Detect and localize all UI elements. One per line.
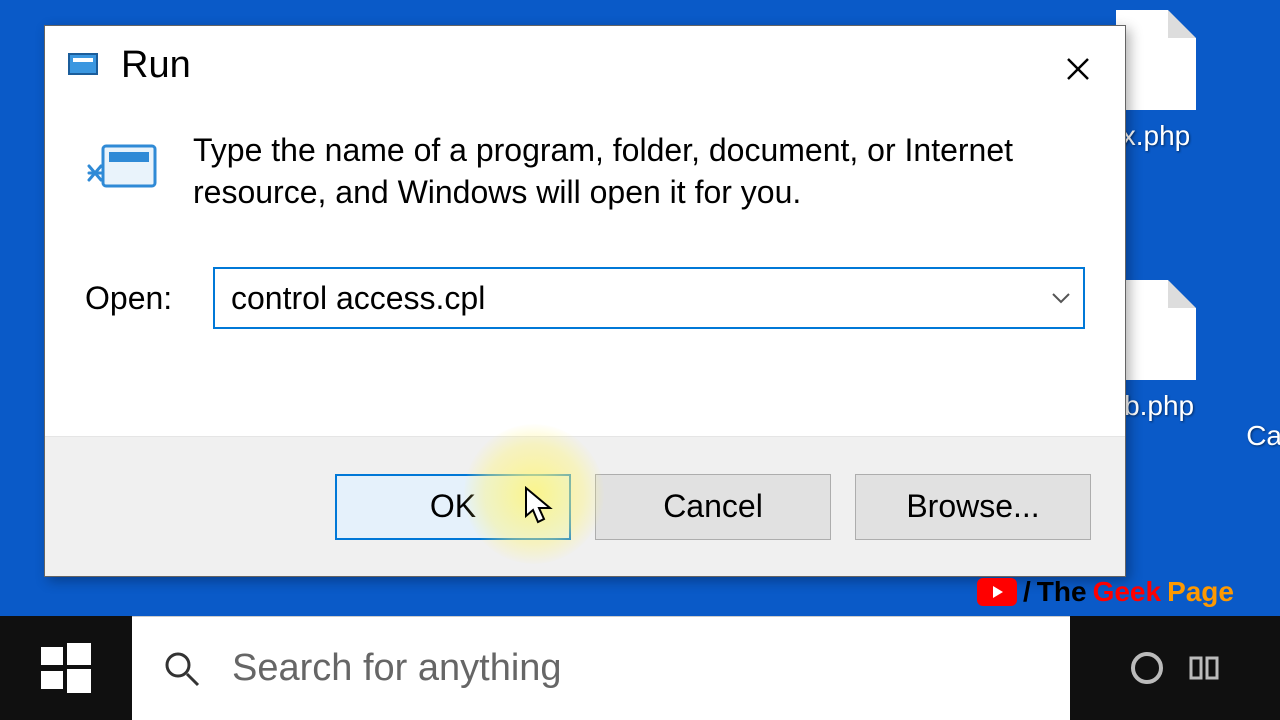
dialog-footer: OK Cancel Browse... [45, 436, 1125, 576]
close-button[interactable] [1043, 44, 1113, 94]
close-icon [1064, 55, 1092, 83]
cortana-ring-icon [1127, 648, 1167, 688]
desktop-cut-label: Ca [1246, 420, 1280, 452]
browse-button[interactable]: Browse... [855, 474, 1091, 540]
search-icon [162, 649, 202, 689]
run-dialog: Run Type the name of a program, folder, … [44, 25, 1126, 577]
open-combobox[interactable] [213, 267, 1085, 329]
windows-logo-icon [39, 641, 93, 695]
dialog-description: Type the name of a program, folder, docu… [193, 130, 1085, 213]
open-input[interactable] [215, 269, 1039, 327]
ok-button[interactable]: OK [335, 474, 571, 540]
dialog-title: Run [121, 44, 191, 87]
watermark: / The Geek Page [977, 576, 1234, 608]
taskbar-tray[interactable] [1070, 616, 1280, 720]
task-view-icon [1187, 650, 1223, 686]
run-large-icon [85, 136, 165, 202]
chevron-down-icon[interactable] [1039, 292, 1083, 304]
titlebar[interactable]: Run [45, 26, 1125, 104]
cancel-button[interactable]: Cancel [595, 474, 831, 540]
open-label: Open: [85, 280, 185, 317]
search-placeholder: Search for anything [232, 647, 562, 690]
taskbar: Search for anything [0, 616, 1280, 720]
file-icon [1116, 280, 1196, 380]
run-titlebar-icon [67, 50, 103, 80]
file-icon [1116, 10, 1196, 110]
taskbar-search[interactable]: Search for anything [132, 616, 1070, 720]
start-button[interactable] [0, 616, 132, 720]
youtube-icon [977, 578, 1017, 606]
dialog-body: Type the name of a program, folder, docu… [45, 104, 1125, 436]
